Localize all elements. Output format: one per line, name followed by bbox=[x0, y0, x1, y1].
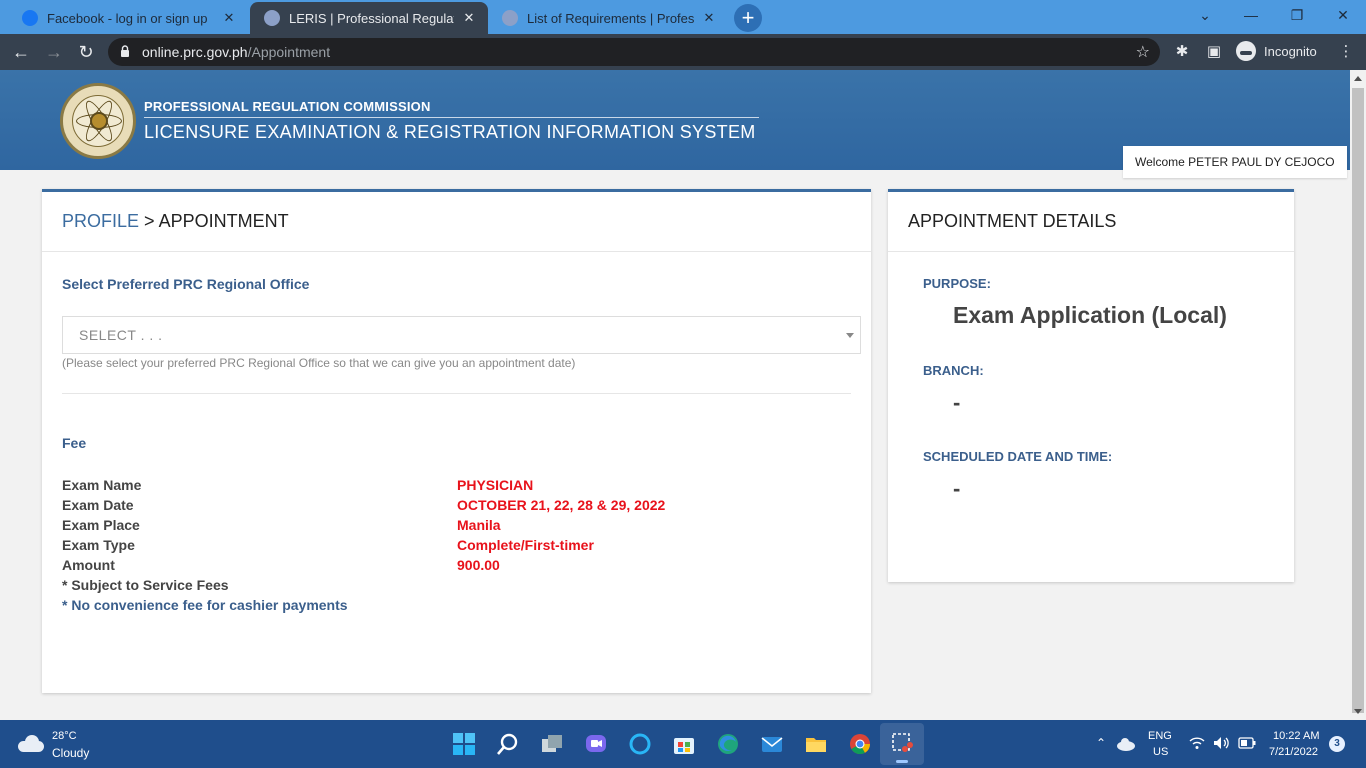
close-icon[interactable]: ✕ bbox=[220, 10, 238, 26]
close-window-icon[interactable]: ✕ bbox=[1320, 0, 1366, 32]
scroll-thumb[interactable] bbox=[1352, 88, 1364, 713]
page-viewport: PROFESSIONAL REGULATION COMMISSION LICEN… bbox=[0, 70, 1350, 720]
weather-temperature[interactable]: 28°C bbox=[52, 730, 77, 742]
tab-requirements[interactable]: List of Requirements | Professiona ✕ bbox=[488, 2, 728, 34]
fee-label: Fee bbox=[62, 435, 87, 451]
branch-value: - bbox=[953, 390, 961, 415]
minimize-icon[interactable]: — bbox=[1228, 0, 1274, 32]
url-text: online.prc.gov.ph/Appointment bbox=[142, 44, 331, 60]
reload-icon[interactable]: ↻ bbox=[74, 40, 98, 64]
back-icon[interactable]: ← bbox=[9, 40, 33, 64]
facebook-icon bbox=[22, 10, 38, 26]
incognito-icon bbox=[1236, 41, 1256, 61]
org-name: PROFESSIONAL REGULATION COMMISSION bbox=[144, 99, 431, 114]
chevron-down-icon bbox=[846, 333, 854, 338]
file-explorer-icon[interactable] bbox=[804, 732, 828, 756]
chrome-icon[interactable] bbox=[848, 732, 872, 756]
browser-toolbar: ← → ↻ online.prc.gov.ph/Appointment ☆ ✱ … bbox=[0, 34, 1366, 70]
bookmark-star-icon[interactable]: ☆ bbox=[1136, 42, 1150, 62]
purpose-label: PURPOSE: bbox=[923, 276, 991, 291]
fee-row-exam-type: Exam Type Complete/First-timer bbox=[62, 537, 594, 553]
search-icon[interactable] bbox=[496, 732, 520, 756]
schedule-label: SCHEDULED DATE AND TIME: bbox=[923, 449, 1113, 464]
lock-icon bbox=[121, 45, 129, 57]
breadcrumb: PROFILE > APPOINTMENT bbox=[42, 192, 871, 252]
header-divider bbox=[144, 117, 759, 118]
scroll-down-icon[interactable] bbox=[1354, 709, 1362, 714]
chat-icon[interactable] bbox=[584, 732, 608, 756]
weather-tray-icon[interactable] bbox=[1116, 737, 1136, 751]
weather-condition[interactable]: Cloudy bbox=[52, 746, 89, 760]
fee-row-exam-name: Exam Name PHYSICIAN bbox=[62, 477, 534, 493]
incognito-indicator[interactable]: Incognito bbox=[1236, 41, 1317, 61]
service-fee-note: * Subject to Service Fees bbox=[62, 577, 229, 593]
appointment-details-card: APPOINTMENT DETAILS PURPOSE: Exam Applic… bbox=[888, 189, 1294, 582]
fee-row-exam-date: Exam Date OCTOBER 21, 22, 28 & 29, 2022 bbox=[62, 497, 666, 513]
extensions-icon[interactable]: ✱ bbox=[1172, 42, 1192, 62]
fee-row-exam-place: Exam Place Manila bbox=[62, 517, 501, 533]
fee-table: Exam Name PHYSICIAN Exam Date OCTOBER 21… bbox=[62, 475, 722, 615]
windows-start-icon[interactable] bbox=[452, 732, 476, 756]
tab-search-icon[interactable]: ⌄ bbox=[1182, 0, 1228, 32]
language-indicator[interactable]: ENG bbox=[1148, 730, 1172, 742]
prc-seal-logo bbox=[60, 83, 136, 159]
snipping-tool-icon bbox=[892, 733, 913, 752]
clock-time[interactable]: 10:22 AM bbox=[1273, 730, 1319, 742]
regional-office-select[interactable]: SELECT . . . bbox=[62, 316, 861, 354]
forward-icon[interactable]: → bbox=[42, 40, 66, 64]
battery-icon[interactable] bbox=[1238, 737, 1256, 749]
breadcrumb-current: APPOINTMENT bbox=[158, 211, 289, 231]
appointment-card: PROFILE > APPOINTMENT Select Preferred P… bbox=[42, 189, 871, 693]
page-scrollbar[interactable] bbox=[1350, 70, 1366, 720]
cashier-fee-note: * No convenience fee for cashier payment… bbox=[62, 597, 348, 613]
close-icon[interactable]: ✕ bbox=[460, 10, 478, 26]
welcome-user[interactable]: Welcome PETER PAUL DY CEJOCO bbox=[1123, 146, 1347, 178]
task-view-icon[interactable] bbox=[540, 732, 564, 756]
breadcrumb-profile-link[interactable]: PROFILE bbox=[62, 211, 139, 231]
mail-icon[interactable] bbox=[760, 732, 784, 756]
windows-taskbar: 28°C Cloudy ⌃ ENG US 10:22 AM 7/21/2022 … bbox=[0, 720, 1366, 768]
office-help-text: (Please select your preferred PRC Region… bbox=[62, 356, 576, 370]
cortana-icon[interactable] bbox=[628, 732, 652, 756]
details-title: APPOINTMENT DETAILS bbox=[888, 192, 1294, 252]
branch-label: BRANCH: bbox=[923, 363, 984, 378]
address-bar[interactable]: online.prc.gov.ph/Appointment ☆ bbox=[108, 38, 1160, 66]
restore-icon[interactable]: ❐ bbox=[1274, 0, 1320, 32]
prc-seal-icon bbox=[264, 10, 280, 26]
cloud-icon[interactable] bbox=[18, 735, 46, 752]
volume-icon[interactable] bbox=[1213, 736, 1231, 750]
menu-icon[interactable]: ⋮ bbox=[1336, 42, 1356, 62]
office-label: Select Preferred PRC Regional Office bbox=[62, 276, 310, 292]
wifi-icon[interactable] bbox=[1189, 736, 1205, 750]
section-divider bbox=[62, 393, 851, 394]
store-icon[interactable] bbox=[672, 732, 696, 756]
new-tab-button[interactable]: + bbox=[734, 4, 762, 32]
browser-tab-strip: Facebook - log in or sign up ✕ LERIS | P… bbox=[0, 0, 1366, 34]
close-icon[interactable]: ✕ bbox=[700, 10, 718, 26]
clock-date[interactable]: 7/21/2022 bbox=[1269, 746, 1318, 758]
side-panel-icon[interactable]: ▣ bbox=[1204, 42, 1224, 62]
schedule-value: - bbox=[953, 476, 961, 501]
snipping-tool-app[interactable] bbox=[880, 723, 924, 765]
notification-badge[interactable]: 3 bbox=[1329, 736, 1345, 752]
prc-seal-icon bbox=[502, 10, 518, 26]
show-hidden-icons[interactable]: ⌃ bbox=[1096, 736, 1106, 750]
system-name: LICENSURE EXAMINATION & REGISTRATION INF… bbox=[144, 122, 756, 142]
region-indicator[interactable]: US bbox=[1153, 746, 1168, 758]
tab-leris[interactable]: LERIS | Professional Regulation C ✕ bbox=[250, 2, 488, 34]
edge-icon[interactable] bbox=[716, 732, 740, 756]
tab-facebook[interactable]: Facebook - log in or sign up ✕ bbox=[8, 2, 248, 34]
scroll-up-icon[interactable] bbox=[1354, 76, 1362, 81]
purpose-value: Exam Application (Local) bbox=[953, 302, 1227, 328]
fee-row-amount: Amount 900.00 bbox=[62, 557, 500, 573]
